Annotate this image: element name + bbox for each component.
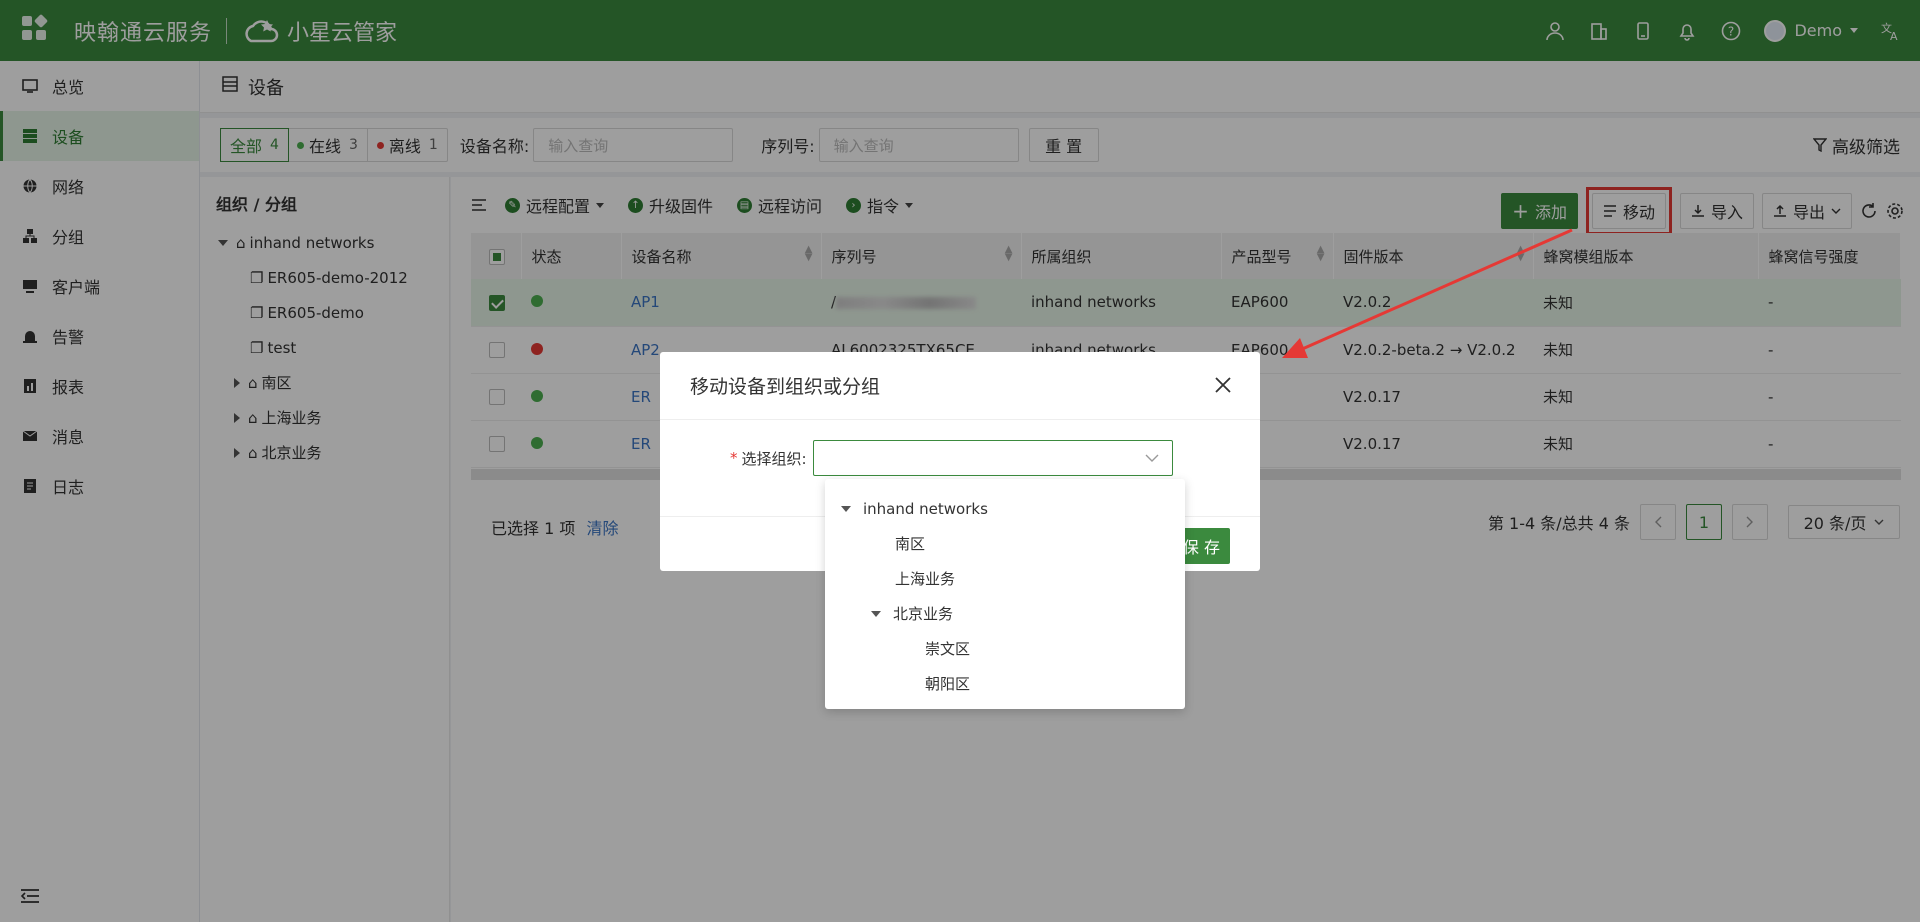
dropdown-option-label: 崇文区 — [925, 640, 971, 658]
caret-down-icon — [841, 505, 851, 512]
dropdown-option[interactable]: 北京业务 — [825, 596, 1185, 631]
close-icon[interactable] — [1212, 374, 1234, 396]
dropdown-option-label: 朝阳区 — [925, 675, 971, 693]
dropdown-option-label: 上海业务 — [895, 570, 956, 588]
caret-down-icon — [871, 610, 881, 617]
dropdown-option-label: 北京业务 — [893, 605, 954, 623]
dropdown-option[interactable]: inhand networks — [825, 491, 1185, 526]
dropdown-option[interactable]: 朝阳区 — [825, 666, 1185, 701]
dialog-title: 移动设备到组织或分组 — [660, 352, 1260, 420]
org-select-input[interactable] — [812, 440, 1173, 476]
dropdown-option[interactable]: 崇文区 — [825, 631, 1185, 666]
required-marker: * — [730, 449, 738, 467]
org-tree-dropdown: inhand networks 南区 上海业务 北京业务 崇文区 朝阳区 — [825, 479, 1185, 709]
dropdown-option[interactable]: 上海业务 — [825, 561, 1185, 596]
dropdown-option-label: 南区 — [895, 535, 926, 553]
org-select-row: * 选择组织: — [730, 440, 1173, 476]
dropdown-option[interactable]: 南区 — [825, 526, 1185, 561]
org-select-label: 选择组织: — [741, 449, 807, 468]
dropdown-option-label: inhand networks — [863, 499, 988, 518]
chevron-down-icon — [1145, 454, 1159, 462]
